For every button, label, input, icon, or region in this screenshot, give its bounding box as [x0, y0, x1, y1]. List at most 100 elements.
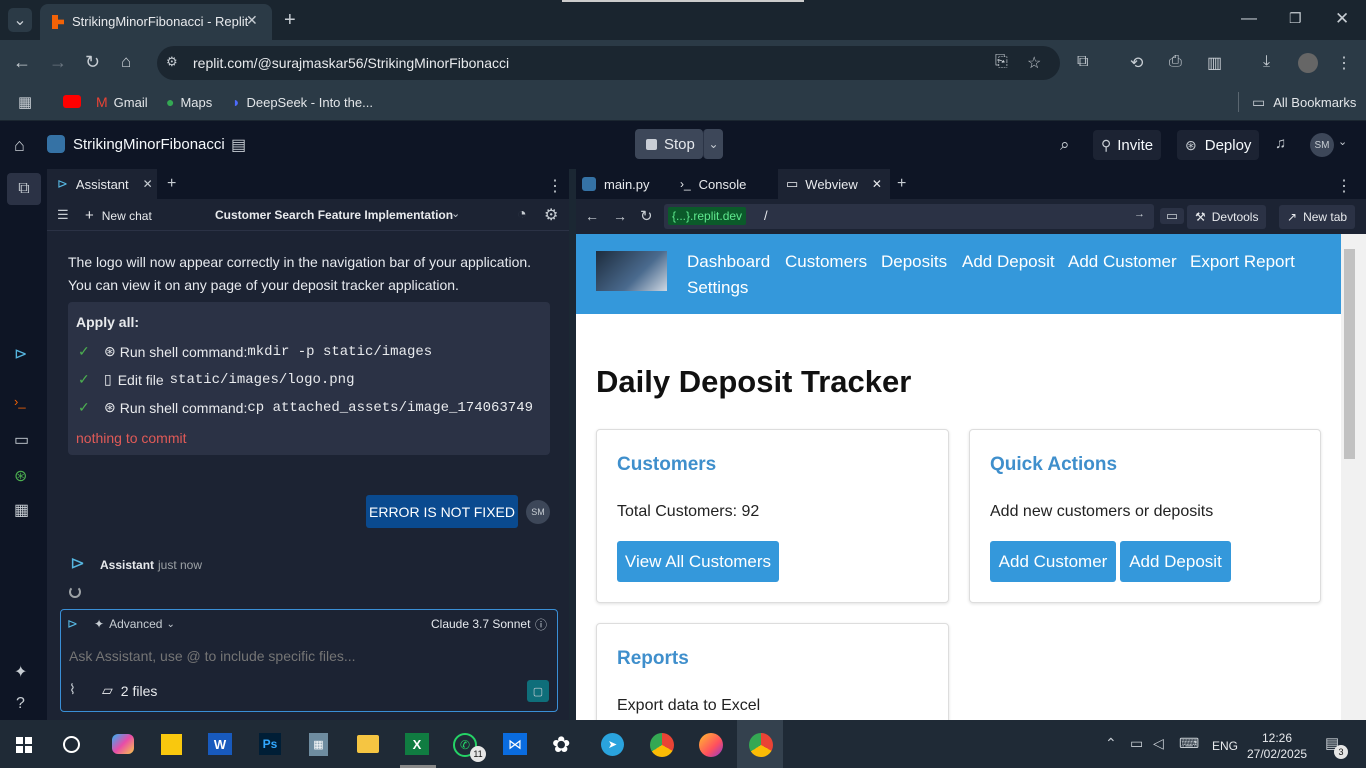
- new-tab-button[interactable]: ↗ New tab: [1279, 205, 1356, 229]
- devtools-button[interactable]: ⚒ Devtools: [1187, 205, 1267, 229]
- back-icon[interactable]: ←: [13, 52, 31, 73]
- forward-icon[interactable]: →: [49, 52, 67, 73]
- tab-main-py[interactable]: main.py: [582, 173, 650, 195]
- webview-icon[interactable]: ▭: [14, 430, 29, 450]
- user-avatar[interactable]: SM: [1310, 133, 1334, 157]
- advanced-dropdown[interactable]: ✦ Advanced ⌄: [94, 617, 175, 631]
- tab-webview[interactable]: ▭ Webview ✕: [778, 169, 890, 199]
- keyboard-icon[interactable]: ⌨: [1179, 735, 1199, 752]
- sparkle-icon[interactable]: ✦: [14, 662, 27, 682]
- tab-search-icon[interactable]: ⌄: [8, 8, 32, 32]
- invite-button[interactable]: ⚲ Invite: [1093, 130, 1162, 160]
- add-tab-icon[interactable]: +: [897, 175, 906, 193]
- search-icon[interactable]: [63, 736, 80, 753]
- chat-input-box[interactable]: ⊳ ✦ Advanced ⌄ Claude 3.7 Sonnet ⓘ ⌇ ▱ 2…: [60, 609, 558, 712]
- windows-start-icon[interactable]: [16, 737, 32, 753]
- project-info-icon[interactable]: ▤: [231, 135, 246, 155]
- stop-button[interactable]: Stop: [635, 129, 703, 159]
- bookmark-maps[interactable]: ● Maps: [166, 94, 212, 110]
- extensions-icon[interactable]: ⧉: [1077, 53, 1088, 71]
- print-icon[interactable]: ⎙: [1169, 53, 1182, 71]
- nav-export-report[interactable]: Export Report: [1190, 252, 1295, 272]
- firefox-icon[interactable]: [699, 733, 723, 757]
- word-icon[interactable]: W: [208, 733, 232, 755]
- search-icon[interactable]: ⌕: [1060, 135, 1070, 155]
- site-info-icon[interactable]: ⚙: [166, 54, 178, 70]
- chevron-down-icon[interactable]: ⌄: [1338, 135, 1347, 148]
- deploy-button[interactable]: ⊛ Deploy: [1177, 130, 1260, 160]
- back-icon[interactable]: ←: [585, 208, 599, 224]
- stop-generation-button[interactable]: ▢: [527, 680, 549, 702]
- youtube-icon[interactable]: [63, 95, 81, 108]
- project-name[interactable]: StrikingMinorFibonacci: [73, 136, 225, 153]
- capcut-icon[interactable]: ⋈: [503, 733, 527, 755]
- webview-scrollbar[interactable]: [1341, 234, 1366, 720]
- nav-customers[interactable]: Customers: [785, 252, 867, 272]
- new-chat-button[interactable]: + New chat: [85, 207, 152, 224]
- file-explorer-icon[interactable]: [357, 735, 379, 753]
- close-tab-icon[interactable]: ✕: [246, 12, 258, 29]
- apps-grid-icon[interactable]: ▦: [18, 93, 32, 111]
- attach-icon[interactable]: ⌇: [69, 681, 76, 698]
- all-tools-icon[interactable]: ▦: [14, 500, 29, 520]
- sticky-notes-icon[interactable]: [161, 734, 182, 755]
- install-app-icon[interactable]: ⎘: [995, 53, 1008, 71]
- nav-dashboard[interactable]: Dashboard: [687, 252, 770, 272]
- clock-date[interactable]: 27/02/2025: [1247, 747, 1307, 761]
- nav-settings[interactable]: Settings: [687, 278, 748, 298]
- menu-icon[interactable]: ☰: [57, 207, 69, 223]
- chat-input[interactable]: [69, 646, 539, 666]
- add-tab-icon[interactable]: +: [167, 175, 176, 193]
- reload-icon[interactable]: ↻: [640, 207, 653, 225]
- clock-time[interactable]: 12:26: [1254, 731, 1300, 745]
- info-icon[interactable]: ⓘ: [535, 616, 547, 633]
- download-icon[interactable]: ⤓: [1263, 53, 1270, 71]
- browser-tab[interactable]: StrikingMinorFibonacci - Replit ✕: [40, 4, 272, 40]
- close-window-icon[interactable]: ✕: [1335, 9, 1349, 29]
- scrollbar-thumb[interactable]: [1344, 249, 1355, 459]
- usage-gauge-icon[interactable]: ◔: [517, 206, 527, 224]
- telegram-icon[interactable]: ➤: [601, 733, 624, 756]
- assistant-tab[interactable]: ⊳ Assistant ✕: [47, 169, 157, 199]
- history-icon[interactable]: ⟲: [1130, 53, 1143, 73]
- settings-gear-icon[interactable]: ⚙: [544, 205, 558, 225]
- model-label[interactable]: Claude 3.7 Sonnet: [431, 617, 530, 631]
- run-options-icon[interactable]: ⌄: [703, 129, 723, 159]
- all-bookmarks[interactable]: ▭ All Bookmarks: [1252, 94, 1356, 111]
- bookmark-star-icon[interactable]: ☆: [1027, 53, 1041, 73]
- profile-avatar[interactable]: [1298, 53, 1318, 73]
- more-icon[interactable]: ⋮: [1336, 176, 1352, 196]
- action-row[interactable]: ✓ ⊛ Run shell command: cp attached_asset…: [78, 399, 542, 416]
- chevron-down-icon[interactable]: ⌄: [451, 207, 460, 220]
- action-row[interactable]: ✓ ⊛ Run shell command: mkdir -p static/i…: [78, 343, 432, 360]
- minimize-icon[interactable]: —: [1241, 10, 1257, 28]
- bookmark-deepseek[interactable]: ◗ DeepSeek - Into the...: [232, 94, 373, 110]
- nav-add-deposit[interactable]: Add Deposit: [962, 252, 1055, 272]
- view-all-customers-button[interactable]: View All Customers: [617, 541, 779, 582]
- volume-icon[interactable]: ◁: [1153, 735, 1164, 752]
- calculator-icon[interactable]: ▦: [309, 733, 328, 756]
- nav-add-customer[interactable]: Add Customer: [1068, 252, 1177, 272]
- help-icon[interactable]: ?: [16, 695, 25, 713]
- add-customer-button[interactable]: Add Customer: [990, 541, 1116, 582]
- assistant-icon[interactable]: ⊳: [14, 344, 27, 364]
- home-icon[interactable]: ⌂: [121, 52, 131, 72]
- webview-url-bar[interactable]: {...}.replit.dev / →: [664, 204, 1154, 229]
- chrome-menu-icon[interactable]: ⋮: [1336, 53, 1352, 73]
- network-icon[interactable]: ▭: [1130, 735, 1143, 752]
- close-icon[interactable]: ✕: [143, 177, 153, 191]
- action-row[interactable]: ✓ ▯ Edit file static/images/logo.png: [78, 371, 354, 388]
- reload-icon[interactable]: ↻: [85, 52, 100, 73]
- new-tab-icon[interactable]: +: [284, 9, 296, 32]
- add-deposit-button[interactable]: Add Deposit: [1120, 541, 1231, 582]
- console-icon[interactable]: ›_: [14, 394, 26, 409]
- chrome-active-icon[interactable]: [749, 733, 773, 757]
- copilot-icon[interactable]: [112, 734, 134, 754]
- deployments-icon[interactable]: ⊛: [14, 466, 27, 486]
- chat-title[interactable]: Customer Search Feature Implementation: [215, 208, 453, 222]
- excel-icon[interactable]: X: [405, 733, 429, 755]
- files-indicator[interactable]: ▱ 2 files: [102, 682, 157, 699]
- reading-mode-icon[interactable]: ▥: [1207, 53, 1222, 73]
- chatgpt-icon[interactable]: ✿: [552, 732, 570, 758]
- tab-console[interactable]: ›_ Console: [680, 173, 746, 195]
